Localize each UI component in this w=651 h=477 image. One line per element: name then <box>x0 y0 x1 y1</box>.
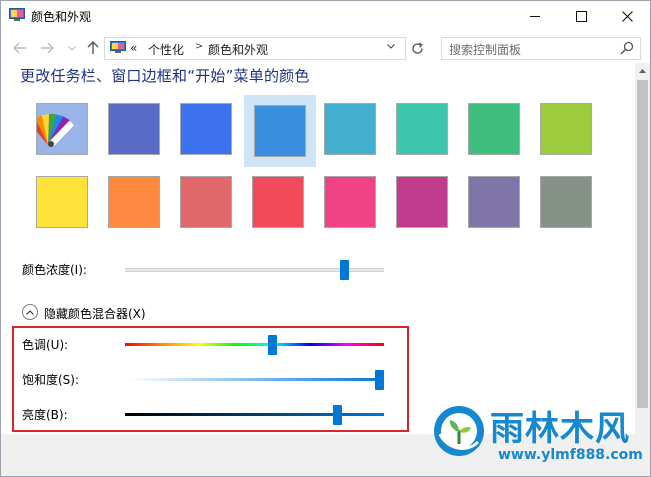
brightness-thumb[interactable] <box>333 405 342 425</box>
recent-locations-button[interactable] <box>61 37 83 59</box>
hue-thumb[interactable] <box>268 335 277 355</box>
forward-button[interactable] <box>36 37 58 59</box>
color-swatch[interactable] <box>532 95 600 163</box>
scroll-thumb[interactable] <box>637 80 648 408</box>
control-panel-icon <box>9 8 25 22</box>
minimize-button[interactable] <box>512 1 558 31</box>
window-title: 颜色和外观 <box>31 10 92 24</box>
watermark: 雨林木风 www.ylmf888.com <box>428 398 650 477</box>
breadcrumb-item-color-appearance[interactable]: 颜色和外观 <box>208 41 268 58</box>
chevron-right-icon[interactable]: > <box>195 41 203 52</box>
refresh-button[interactable] <box>405 37 429 60</box>
brightness-slider[interactable] <box>125 405 384 425</box>
minimize-icon <box>530 15 540 17</box>
arrow-up-icon <box>87 41 99 54</box>
hue-slider[interactable] <box>125 335 384 355</box>
breadcrumb-overflow[interactable]: « <box>130 41 137 55</box>
color-swatch[interactable] <box>532 168 600 236</box>
navigation-bar: « 个性化 > 颜色和外观 搜索控制面板 <box>1 33 650 63</box>
color-swatch-fill[interactable] <box>468 103 520 155</box>
up-button[interactable] <box>82 37 104 59</box>
color-swatch-fill[interactable] <box>254 105 306 157</box>
chevron-up-icon <box>639 68 646 73</box>
color-swatch-fill[interactable] <box>252 176 304 228</box>
chevron-down-icon <box>68 45 76 51</box>
color-swatch-fill[interactable] <box>396 103 448 155</box>
saturation-thumb[interactable] <box>375 370 384 390</box>
close-icon <box>621 10 633 22</box>
color-swatch-fill[interactable] <box>324 103 376 155</box>
color-swatch[interactable] <box>388 95 456 163</box>
color-swatch[interactable] <box>100 95 168 163</box>
address-dropdown-icon[interactable] <box>387 41 395 52</box>
color-swatch[interactable] <box>28 95 96 163</box>
saturation-label: 饱和度(S): <box>22 373 80 387</box>
color-swatch[interactable] <box>244 168 312 236</box>
intensity-thumb[interactable] <box>340 260 349 280</box>
hue-label: 色调(U): <box>22 338 69 352</box>
color-palette-icon <box>29 113 76 148</box>
color-swatch[interactable] <box>172 168 240 236</box>
color-swatch[interactable] <box>316 95 384 163</box>
maximize-icon <box>575 10 587 22</box>
color-swatch[interactable] <box>460 95 528 163</box>
color-swatch-fill[interactable] <box>108 176 160 228</box>
saturation-slider[interactable] <box>125 370 384 390</box>
color-swatch[interactable] <box>172 95 240 163</box>
color-swatch-fill[interactable] <box>180 103 232 155</box>
intensity-label: 颜色浓度(I): <box>22 263 87 277</box>
intensity-slider[interactable] <box>125 260 384 280</box>
arrow-left-icon <box>13 42 26 54</box>
color-swatch[interactable] <box>460 168 528 236</box>
back-button[interactable] <box>9 37 31 59</box>
color-swatch-fill[interactable] <box>180 176 232 228</box>
search-input[interactable]: 搜索控制面板 <box>441 37 641 60</box>
watermark-title: 雨林木风 <box>490 409 630 449</box>
color-swatch-fill[interactable] <box>396 176 448 228</box>
color-swatch[interactable] <box>28 168 96 236</box>
hue-track[interactable] <box>125 343 384 346</box>
collapse-mixer-button[interactable] <box>22 304 38 320</box>
color-swatch-fill[interactable] <box>468 176 520 228</box>
watermark-url: www.ylmf888.com <box>498 447 643 463</box>
search-placeholder: 搜索控制面板 <box>449 43 522 57</box>
title-bar: 颜色和外观 <box>1 1 650 31</box>
saturation-track[interactable] <box>125 378 384 381</box>
color-swatch-fill[interactable] <box>540 103 592 155</box>
color-swatch-fill[interactable] <box>36 176 88 228</box>
address-bar[interactable]: « 个性化 > 颜色和外观 <box>104 37 406 60</box>
color-swatch-fill[interactable] <box>108 103 160 155</box>
color-swatch[interactable] <box>388 168 456 236</box>
scroll-up-button[interactable] <box>635 63 650 78</box>
color-swatch[interactable] <box>100 168 168 236</box>
breadcrumb-item-personalization[interactable]: 个性化 <box>148 41 184 58</box>
ylmf-logo-icon <box>432 404 486 458</box>
color-swatch-fill[interactable] <box>324 176 376 228</box>
color-swatch[interactable] <box>244 95 316 167</box>
brightness-label: 亮度(B): <box>22 408 68 422</box>
mixer-toggle-label[interactable]: 隐藏颜色混合器(X) <box>44 305 146 322</box>
brightness-track[interactable] <box>125 413 384 416</box>
maximize-button[interactable] <box>558 1 604 31</box>
refresh-icon <box>411 42 423 54</box>
control-panel-icon <box>110 41 126 54</box>
color-swatch-fill[interactable] <box>540 176 592 228</box>
color-swatch[interactable] <box>316 168 384 236</box>
close-button[interactable] <box>604 1 650 31</box>
chevron-up-icon <box>26 309 34 315</box>
page-title: 更改任务栏、窗口边框和“开始”菜单的颜色 <box>20 67 310 85</box>
automatic-color-swatch[interactable] <box>29 103 88 155</box>
arrow-right-icon <box>41 42 54 54</box>
search-icon[interactable] <box>620 41 634 55</box>
